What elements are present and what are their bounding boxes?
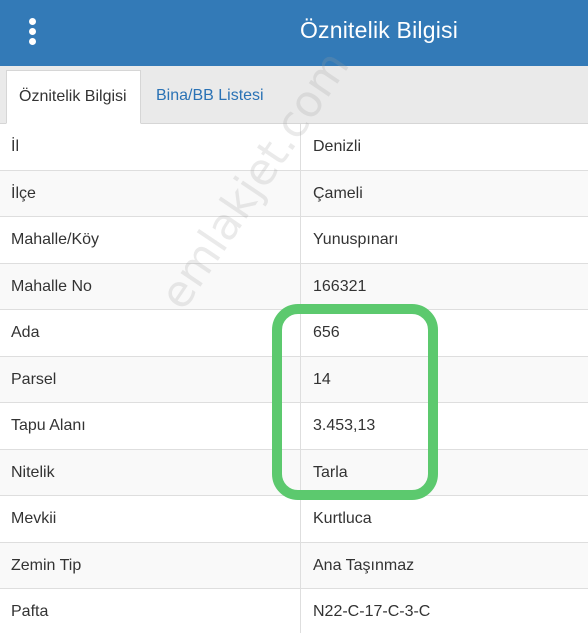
table-row: Tapu Alanı 3.453,13 (0, 403, 588, 450)
row-value: 3.453,13 (313, 417, 376, 434)
page-title: Öznitelik Bilgisi (299, 17, 459, 43)
row-value: Yunuspınarı (313, 231, 399, 248)
row-value: 656 (313, 324, 340, 341)
row-key: Ada (11, 324, 40, 341)
row-value: Denizli (313, 138, 362, 155)
row-value: Ana Taşınmaz (313, 556, 415, 574)
column-divider (300, 124, 301, 170)
row-key: İlçe (11, 184, 36, 202)
table-row: İl Denizli (0, 124, 588, 171)
row-key: Mahalle/Köy (11, 231, 100, 248)
vertical-dots-icon[interactable] (20, 14, 46, 48)
tab-bar: Öznitelik Bilgisi Bina/BB Listesi (0, 66, 588, 124)
table-row: Pafta N22-C-17-C-3-C (0, 589, 588, 633)
column-divider (300, 263, 301, 309)
table-row: Zemin Tip Ana Taşınmaz (0, 542, 588, 589)
column-divider (300, 449, 301, 495)
row-value: 166321 (313, 277, 367, 295)
row-key: Zemin Tip (11, 556, 82, 574)
row-key: Parsel (11, 370, 57, 388)
row-value: Çameli (313, 184, 363, 202)
row-value: N22-C-17-C-3-C (313, 603, 431, 620)
table-row: Mahalle/Köy Yunuspınarı (0, 217, 588, 264)
table-row: Ada 656 (0, 310, 588, 357)
row-value: Kurtluca (313, 510, 372, 527)
table-row: Parsel 14 (0, 356, 588, 403)
column-divider (300, 356, 301, 402)
row-key: Tapu Alanı (11, 417, 86, 434)
table-row: Nitelik Tarla (0, 449, 588, 496)
column-divider (300, 542, 301, 588)
row-key: Nitelik (11, 463, 55, 481)
attribute-table: İl Denizli İlçe Çameli Mahalle/Köy Yunus… (0, 124, 588, 633)
table-row: İlçe Çameli (0, 170, 588, 217)
table-row: Mahalle No 166321 (0, 263, 588, 310)
app-window: Öznitelik Bilgisi Öznitelik Bilgisi Bina… (0, 0, 588, 633)
column-divider (300, 217, 301, 263)
column-divider (300, 589, 301, 633)
column-divider (300, 496, 301, 542)
column-divider (300, 310, 301, 356)
header-bar: Öznitelik Bilgisi (0, 0, 588, 66)
row-value: Tarla (313, 463, 348, 481)
column-divider (300, 170, 301, 216)
table-row: Mevkii Kurtluca (0, 496, 588, 543)
row-key: İl (11, 138, 19, 155)
tab-oznitelik-bilgisi[interactable]: Öznitelik Bilgisi (6, 70, 141, 124)
column-divider (300, 403, 301, 449)
row-key: Mevkii (11, 510, 57, 527)
row-key: Pafta (11, 603, 49, 620)
tab-bina-bb-listesi[interactable]: Bina/BB Listesi (144, 70, 276, 123)
row-value: 14 (313, 370, 331, 388)
row-key: Mahalle No (11, 277, 92, 295)
